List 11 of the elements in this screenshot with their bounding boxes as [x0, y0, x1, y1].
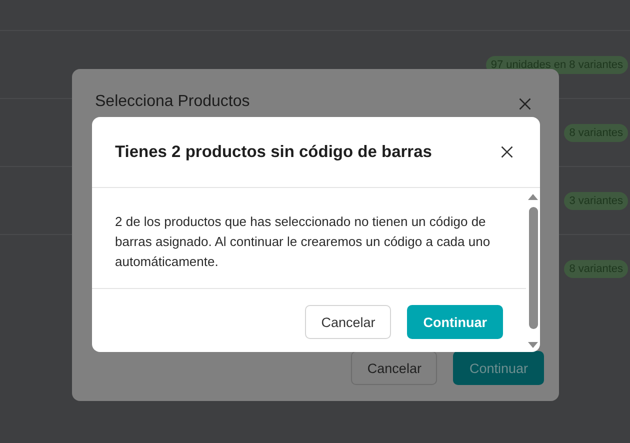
cancel-button[interactable]: Cancelar [305, 305, 392, 339]
scrollbar-thumb[interactable] [528, 207, 538, 329]
close-icon[interactable] [500, 145, 514, 159]
dialog-title: Selecciona Productos [95, 93, 250, 111]
continue-button[interactable]: Continuar [407, 305, 503, 339]
scroll-down-icon[interactable] [527, 341, 539, 349]
dialog-message: 2 de los productos que has seleccionado no tienen un código de barras asignado. Al continuar le crearemos un código a cada uno automáticamente. [92, 188, 526, 289]
dialog-title: Tienes 2 productos sin código de barras [115, 142, 432, 162]
continue-button[interactable]: Continuar [453, 351, 544, 385]
cancel-button[interactable]: Cancelar [351, 351, 438, 385]
scroll-up-icon[interactable] [527, 193, 539, 201]
